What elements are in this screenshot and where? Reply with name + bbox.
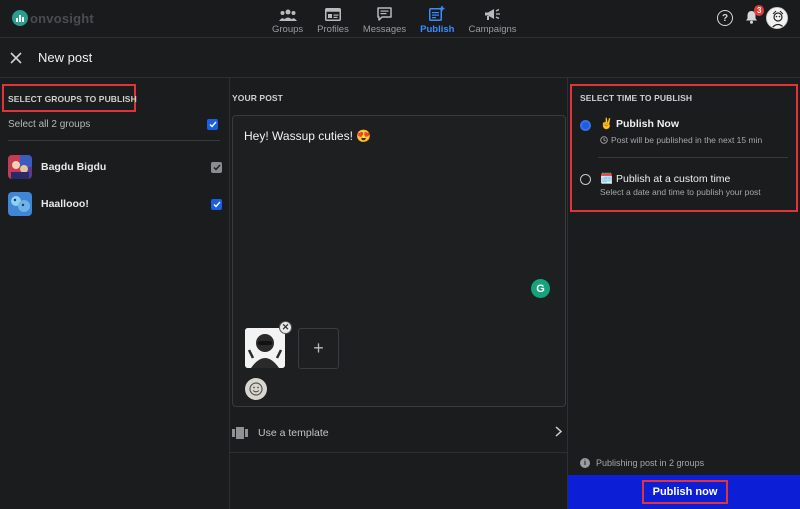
nav-item-profiles[interactable]: Profiles bbox=[317, 4, 349, 35]
logo-text: onvosight bbox=[30, 10, 94, 26]
template-icon bbox=[232, 427, 248, 442]
help-icon[interactable]: ? bbox=[717, 10, 733, 26]
profiles-icon bbox=[325, 4, 341, 21]
select-all-label: Select all 2 groups bbox=[8, 119, 91, 130]
post-composer: YOUR POST Hey! Wassup cuties! 😍 G ✕ + Us… bbox=[230, 78, 568, 509]
group-item[interactable]: Bagdu Bigdu bbox=[8, 155, 222, 179]
groups-icon bbox=[278, 4, 297, 21]
remove-media-icon[interactable]: ✕ bbox=[279, 321, 292, 334]
publish-info-text: Publishing post in 2 groups bbox=[596, 458, 705, 468]
logo-mark-icon bbox=[12, 10, 28, 26]
nav-item-campaigns[interactable]: Campaigns bbox=[468, 4, 517, 35]
publish-now-radio[interactable] bbox=[580, 120, 591, 131]
group-item[interactable]: Haallooo! bbox=[8, 192, 222, 216]
media-thumbnail[interactable] bbox=[245, 328, 285, 368]
post-text[interactable]: Hey! Wassup cuties! 😍 bbox=[244, 129, 371, 143]
post-editor[interactable]: Hey! Wassup cuties! 😍 G ✕ + bbox=[232, 115, 566, 407]
group-checkbox[interactable] bbox=[211, 199, 222, 210]
calendar-icon: 🗓️ bbox=[600, 173, 614, 185]
publish-info-row: i Publishing post in 2 groups bbox=[568, 454, 800, 474]
messages-icon bbox=[377, 4, 392, 21]
schedule-panel: SELECT TIME TO PUBLISH ✌️ Publish Now Po… bbox=[568, 78, 800, 509]
nav-item-messages[interactable]: Messages bbox=[363, 4, 406, 35]
nav-label: Campaigns bbox=[468, 24, 517, 35]
groups-panel: SELECT GROUPS TO PUBLISH Select all 2 gr… bbox=[0, 78, 230, 509]
app-logo[interactable]: onvosight bbox=[12, 10, 94, 26]
group-avatar bbox=[8, 192, 32, 216]
info-icon: i bbox=[580, 458, 590, 468]
publish-now-desc: Post will be published in the next 15 mi… bbox=[600, 135, 762, 145]
publish-now-option[interactable]: ✌️ Publish Now bbox=[600, 117, 679, 130]
schedule-section-title: SELECT TIME TO PUBLISH bbox=[580, 93, 693, 103]
page-title: New post bbox=[38, 50, 93, 65]
nav-label: Profiles bbox=[317, 24, 349, 35]
use-template-row[interactable]: Use a template bbox=[230, 407, 568, 453]
add-media-button[interactable]: + bbox=[298, 328, 339, 369]
custom-time-subtitle: Select a date and time to publish your p… bbox=[600, 187, 761, 197]
publish-icon bbox=[429, 4, 445, 21]
nav-label: Groups bbox=[272, 24, 304, 35]
notifications-button[interactable]: 3 bbox=[745, 4, 765, 27]
group-avatar bbox=[8, 155, 32, 179]
divider bbox=[8, 140, 220, 141]
user-avatar[interactable] bbox=[766, 7, 788, 29]
campaigns-icon bbox=[484, 4, 501, 21]
grammarly-icon[interactable]: G bbox=[531, 279, 550, 298]
select-all-row[interactable]: Select all 2 groups bbox=[8, 119, 222, 130]
nav-right-actions: ? 3 bbox=[717, 4, 788, 29]
divider bbox=[598, 157, 788, 158]
groups-section-title: SELECT GROUPS TO PUBLISH bbox=[8, 94, 137, 104]
custom-time-label: Publish at a custom time bbox=[616, 173, 731, 185]
main-nav: Groups Profiles Messages Publish Campaig… bbox=[272, 4, 531, 35]
top-navbar: onvosight Groups Profiles Messages Publi… bbox=[0, 0, 800, 38]
close-icon[interactable] bbox=[10, 52, 22, 67]
select-all-checkbox[interactable] bbox=[207, 119, 218, 130]
custom-time-option[interactable]: 🗓️ Publish at a custom time bbox=[600, 172, 730, 185]
group-name: Bagdu Bigdu bbox=[41, 161, 107, 173]
use-template-label: Use a template bbox=[258, 427, 329, 439]
emoji-picker-icon[interactable] bbox=[245, 378, 267, 400]
nav-item-publish[interactable]: Publish bbox=[420, 4, 454, 35]
publish-now-subtitle: Post will be published in the next 15 mi… bbox=[611, 135, 763, 145]
victory-hand-icon: ✌️ bbox=[600, 118, 614, 130]
publish-now-label: Publish Now bbox=[616, 118, 679, 130]
chevron-right-icon bbox=[555, 426, 563, 440]
clock-icon bbox=[600, 136, 608, 144]
post-section-title: YOUR POST bbox=[232, 93, 283, 103]
publish-bar: Publish now bbox=[568, 475, 800, 509]
nav-label: Publish bbox=[420, 24, 455, 35]
nav-item-groups[interactable]: Groups bbox=[272, 4, 303, 35]
group-name: Haallooo! bbox=[41, 198, 89, 210]
page-header: New post bbox=[0, 38, 800, 78]
nav-label: Messages bbox=[362, 24, 407, 35]
publish-now-button[interactable]: Publish now bbox=[642, 480, 728, 504]
notification-badge: 3 bbox=[754, 4, 765, 16]
group-checkbox[interactable] bbox=[211, 162, 222, 173]
custom-time-radio[interactable] bbox=[580, 174, 591, 185]
